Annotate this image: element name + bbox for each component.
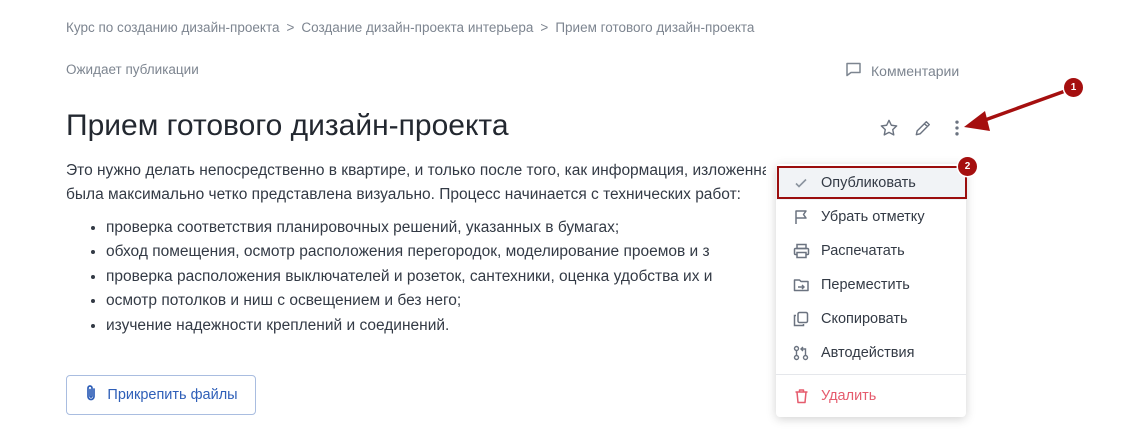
star-icon[interactable]: [878, 117, 900, 139]
menu-item-delete[interactable]: Удалить: [776, 379, 966, 413]
menu-item-label: Переместить: [821, 277, 910, 293]
annotation-badge-2: 2: [958, 157, 977, 176]
menu-item-label: Убрать отметку: [821, 209, 925, 225]
paragraph-line: была максимально четко представлена визу…: [66, 186, 741, 203]
menu-item-copy[interactable]: Скопировать: [776, 302, 966, 336]
menu-item-label: Удалить: [821, 388, 877, 404]
move-folder-icon: [792, 276, 810, 294]
list-item: обход помещения, осмотр расположения пер…: [106, 240, 766, 264]
paragraph-line: Это нужно делать непосредственно в кварт…: [66, 162, 766, 179]
menu-item-move[interactable]: Переместить: [776, 268, 966, 302]
breadcrumb-separator: >: [540, 20, 549, 35]
annotation-badge-1: 1: [1064, 78, 1083, 97]
breadcrumb-separator: >: [286, 20, 295, 35]
annotation-highlight-box: [777, 166, 967, 199]
comments-button[interactable]: Комментарии: [845, 61, 959, 80]
bullet-list: проверка соответствия планировочных реше…: [66, 216, 766, 338]
breadcrumb: Курс по созданию дизайн-проекта > Создание…: [66, 20, 754, 35]
menu-item-automation[interactable]: Автодействия: [776, 336, 966, 370]
menu-divider: [776, 374, 966, 375]
breadcrumb-item-course[interactable]: Курс по созданию дизайн-проекта: [66, 20, 280, 35]
comment-icon: [845, 61, 862, 80]
list-item: изучение надежности креплений и соединен…: [106, 314, 766, 338]
article-body: Это нужно делать непосредственно в кварт…: [66, 159, 766, 338]
printer-icon: [792, 242, 810, 260]
trash-icon: [792, 387, 810, 405]
attach-files-label: Прикрепить файлы: [107, 387, 238, 403]
menu-item-label: Распечатать: [821, 243, 905, 259]
breadcrumb-item-section[interactable]: Создание дизайн-проекта интерьера: [301, 20, 533, 35]
list-item: проверка расположения выключателей и роз…: [106, 265, 766, 289]
automation-icon: [792, 344, 810, 362]
dropdown-menu: Опубликовать Убрать отметку Распечатать …: [776, 164, 966, 417]
attach-files-button[interactable]: Прикрепить файлы: [66, 375, 256, 415]
more-vertical-icon[interactable]: [946, 117, 968, 139]
paperclip-icon: [84, 384, 98, 406]
menu-item-remove-mark[interactable]: Убрать отметку: [776, 200, 966, 234]
breadcrumb-item-current[interactable]: Прием готового дизайн-проекта: [555, 20, 754, 35]
flag-icon: [792, 208, 810, 226]
list-item: проверка соответствия планировочных реше…: [106, 216, 766, 240]
status-label: Ожидает публикации: [66, 62, 199, 77]
page-title: Прием готового дизайн-проекта: [66, 109, 509, 142]
pencil-icon[interactable]: [912, 117, 934, 139]
menu-item-label: Скопировать: [821, 311, 908, 327]
copy-icon: [792, 310, 810, 328]
menu-item-label: Автодействия: [821, 345, 915, 361]
title-actions: [878, 117, 968, 139]
comments-label: Комментарии: [871, 62, 960, 79]
menu-item-print[interactable]: Распечатать: [776, 234, 966, 268]
list-item: осмотр потолков и ниш с освещением и без…: [106, 289, 766, 313]
